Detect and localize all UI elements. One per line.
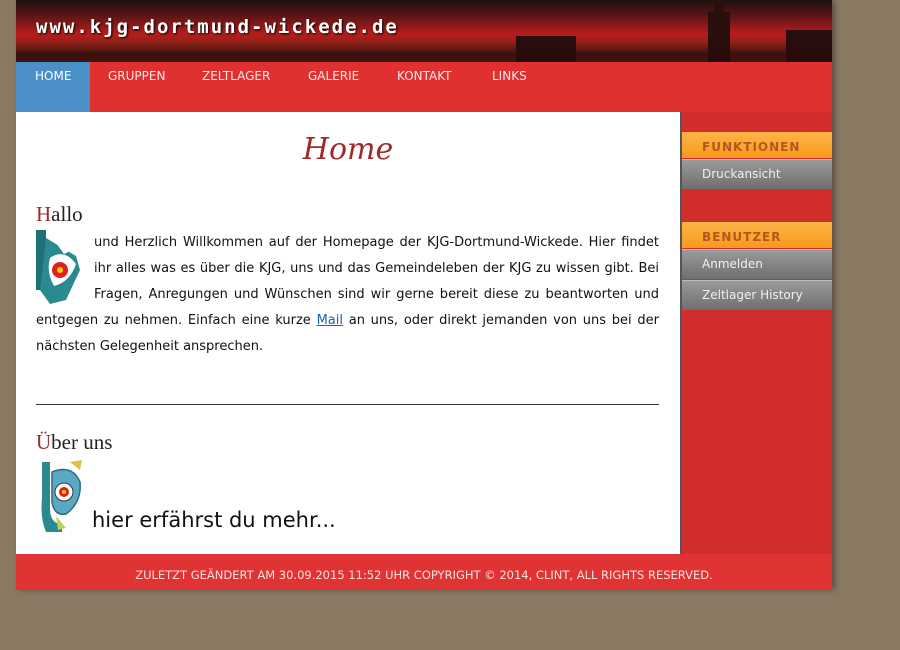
about-heading-initial: Ü xyxy=(36,430,52,454)
hallo-heading: Hallo xyxy=(36,202,83,227)
mail-link[interactable]: Mail xyxy=(317,313,343,328)
church-spire-silhouette xyxy=(714,0,724,14)
page-wrapper: www.kjg-dortmund-wickede.de HOME GRUPPEN… xyxy=(16,0,832,590)
nav-gruppen[interactable]: GRUPPEN xyxy=(89,62,184,112)
main-navigation: HOME GRUPPEN ZELTLAGER GALERIE KONTAKT L… xyxy=(16,62,832,112)
sidebar-heading-benutzer: BENUTZER xyxy=(682,222,832,248)
nav-links[interactable]: LINKS xyxy=(473,62,546,112)
nav-home[interactable]: HOME xyxy=(16,62,91,112)
skyline-shadow xyxy=(16,34,832,62)
nav-zeltlager[interactable]: ZELTLAGER xyxy=(183,62,289,112)
nav-galerie[interactable]: GALERIE xyxy=(289,62,378,112)
about-more-link[interactable]: hier erfährst du mehr... xyxy=(92,508,336,532)
kjg-group-logo-icon[interactable] xyxy=(36,458,86,532)
site-title[interactable]: www.kjg-dortmund-wickede.de xyxy=(36,16,399,38)
sidebar-item-zeltlager-history[interactable]: Zeltlager History xyxy=(682,280,832,310)
footer: ZULETZT GEÄNDERT AM 30.09.2015 11:52 UHR… xyxy=(16,554,832,590)
sidebar-item-druckansicht[interactable]: Druckansicht xyxy=(682,159,832,189)
kjg-logo-icon xyxy=(36,230,80,304)
sidebar-heading-funktionen: FUNKTIONEN xyxy=(682,132,832,158)
header-banner: www.kjg-dortmund-wickede.de xyxy=(16,0,832,62)
about-heading-rest: ber uns xyxy=(51,430,113,454)
main-content: Home Hallo und Herzlich Willkommen auf d… xyxy=(16,112,682,554)
hallo-heading-initial: H xyxy=(36,202,52,226)
nav-kontakt[interactable]: KONTAKT xyxy=(378,62,471,112)
welcome-paragraph: und Herzlich Willkommen auf der Homepage… xyxy=(36,230,659,360)
sidebar-item-anmelden[interactable]: Anmelden xyxy=(682,249,832,279)
section-divider xyxy=(36,404,659,405)
page-title: Home xyxy=(302,132,394,167)
hallo-heading-rest: allo xyxy=(51,202,83,226)
about-heading: Über uns xyxy=(36,430,112,455)
